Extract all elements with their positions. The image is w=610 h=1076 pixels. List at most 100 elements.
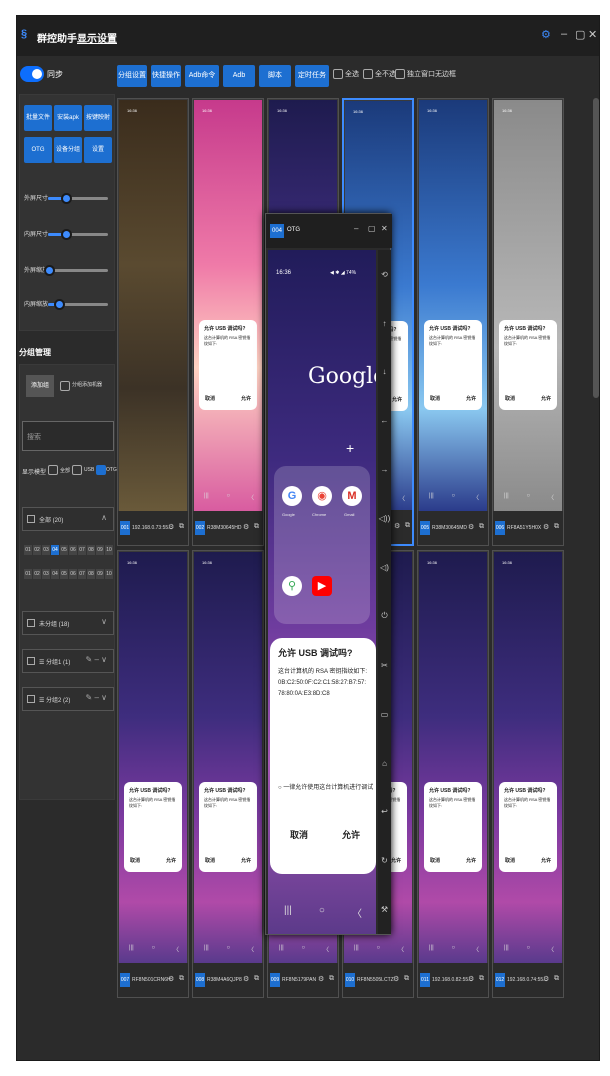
device-card[interactable]: 16:36 允许 USB 调试吗? 这台计算机的 RSA 密钥指纹如下: 取消 允许 ||… (192, 98, 264, 546)
always-allow-option[interactable]: ○ 一律允许使用这台计算机进行调试 (278, 782, 373, 791)
back-button[interactable]: 〈 (473, 945, 479, 954)
gmail-app-icon[interactable]: M (342, 486, 362, 506)
outer-size-slider[interactable]: 外屏尺寸 (24, 191, 112, 205)
device-id-badge[interactable]: 007 (120, 973, 130, 987)
device-number[interactable]: 09 (96, 545, 104, 555)
open-window-icon[interactable]: ⧉ (179, 975, 184, 983)
home-button[interactable]: ○ (152, 945, 156, 954)
slider-knob[interactable] (61, 229, 72, 240)
allow-button[interactable]: 允许 (541, 395, 551, 402)
device-card[interactable]: 16:36 允许 USB 调试吗? 这台计算机的 RSA 密钥指纹如下: 取消 允许 ||… (192, 550, 264, 998)
device-id-badge[interactable]: 005 (420, 521, 430, 535)
install-apk-button[interactable]: 安装apk (54, 105, 82, 131)
chrome-app-icon[interactable]: ◉ (312, 486, 332, 506)
recents-button[interactable]: ||| (129, 945, 134, 954)
device-id-badge[interactable]: 009 (270, 973, 280, 987)
back-button[interactable]: 〈 (323, 945, 329, 954)
device-screen[interactable]: 16:36 允许 USB 调试吗? 这台计算机的 RSA 密钥指纹如下: 取消 允许 ||… (194, 100, 262, 512)
settings-button[interactable]: 设置 (84, 137, 112, 163)
device-number[interactable]: 03 (42, 569, 50, 579)
recents-button[interactable]: ||| (204, 945, 209, 954)
home-button[interactable]: ○ (452, 493, 456, 502)
slider-knob[interactable] (53, 299, 65, 310)
device-screen[interactable]: 16:36 允许 USB 调试吗? 这台计算机的 RSA 密钥指纹如下: 取消 允许 ||… (194, 552, 262, 964)
add-widget-icon[interactable]: + (346, 440, 354, 456)
google-app-icon[interactable]: G (282, 486, 302, 506)
device-id-badge[interactable]: 010 (345, 973, 355, 987)
cancel-button[interactable]: 取消 (505, 396, 515, 402)
otg-button[interactable]: OTG (24, 137, 52, 163)
device-id-badge[interactable]: 012 (495, 973, 505, 987)
home-icon[interactable]: ⌂ (382, 759, 387, 768)
device-screen[interactable]: 16:36 允许 USB 调试吗? 这台计算机的 RSA 密钥指纹如下: 取消 允许 ||… (419, 552, 487, 964)
arrow-right-icon[interactable]: → (381, 465, 389, 474)
edit-icon[interactable]: ✎ – ∨ (86, 693, 107, 702)
back-button[interactable]: 〈 (473, 493, 479, 502)
allow-button[interactable]: 允许 (541, 857, 551, 864)
arrow-left-icon[interactable]: ← (381, 416, 389, 425)
scheduled-task-button[interactable]: 定时任务 (295, 65, 329, 87)
arrow-down-icon[interactable]: ↓ (383, 367, 387, 376)
youtube-app-icon[interactable]: ▶ (312, 576, 332, 596)
slider-track[interactable] (44, 265, 108, 276)
home-button[interactable]: ○ (227, 493, 231, 502)
back-button[interactable]: 〈 (548, 945, 554, 954)
back-button[interactable]: 〈 (398, 945, 404, 954)
device-settings-icon[interactable]: ⚙ (543, 523, 549, 531)
minimize-button[interactable]: – (561, 28, 567, 40)
group-checkbox[interactable] (27, 619, 35, 627)
slider-track[interactable] (48, 193, 108, 204)
filter-otg-radio[interactable] (96, 465, 106, 475)
floating-phone-screen[interactable]: 16:36 ◀ ✱ ◢ 74% Google + G ◉ M Google Ch… (268, 250, 376, 934)
edit-icon[interactable]: ✎ – ∨ (86, 655, 107, 664)
cancel-button[interactable]: 取消 (205, 396, 215, 402)
open-window-icon[interactable]: ⧉ (179, 523, 184, 531)
search-input[interactable]: 搜索 (22, 421, 114, 451)
home-button[interactable]: ○ (527, 945, 531, 954)
device-number[interactable]: 05 (60, 569, 68, 579)
screenshot-icon[interactable]: ✂ (381, 661, 388, 670)
recents-button[interactable]: ||| (429, 493, 434, 502)
group-checkbox[interactable] (27, 695, 35, 703)
slider-track[interactable] (48, 299, 108, 310)
cancel-button[interactable]: 取消 (505, 858, 515, 864)
group-add-checkbox[interactable] (60, 381, 70, 391)
device-settings-icon[interactable]: ⚙ (543, 975, 549, 983)
borderless-checkbox[interactable] (395, 69, 405, 79)
allow-button[interactable]: 允许 (342, 828, 360, 841)
device-number[interactable]: 06 (69, 569, 77, 579)
back-button[interactable]: 〈 (399, 494, 405, 503)
close-button[interactable]: ✕ (588, 28, 597, 41)
device-card[interactable]: 16:36 允许 USB 调试吗? 这台计算机的 RSA 密钥指纹如下: 取消 允许 ||… (492, 550, 564, 998)
device-number[interactable]: 05 (60, 545, 68, 555)
device-id-badge[interactable]: 008 (195, 973, 205, 987)
cancel-button[interactable]: 取消 (290, 830, 308, 840)
device-id-badge[interactable]: 002 (195, 521, 205, 535)
device-id-badge[interactable]: 011 (420, 973, 430, 987)
back-button[interactable]: 〈 (173, 945, 179, 954)
adb-button[interactable]: Adb (223, 65, 255, 87)
sync-toggle[interactable] (20, 66, 44, 82)
cancel-button[interactable]: 取消 (430, 396, 440, 402)
chevron-up-icon[interactable]: ∧ (101, 513, 107, 522)
device-settings-icon[interactable]: ⚙ (318, 975, 324, 983)
minimize-icon[interactable]: – (354, 224, 358, 233)
open-window-icon[interactable]: ⧉ (479, 523, 484, 531)
cancel-button[interactable]: 取消 (430, 858, 440, 864)
open-window-icon[interactable]: ⧉ (554, 975, 559, 983)
floating-device-window[interactable]: 004 OTG – ▢ ✕ 16:36 ◀ ✱ ◢ 74% Google + G… (265, 213, 392, 935)
group-all-row[interactable]: 全部 (20) ∧ (22, 507, 114, 531)
slider-knob[interactable] (61, 193, 72, 204)
floating-title-bar[interactable]: 004 OTG – ▢ ✕ (266, 214, 392, 248)
slider-track[interactable] (48, 229, 108, 240)
add-group-button[interactable]: 添加组 (26, 375, 54, 397)
cancel-button[interactable]: 取消 (130, 858, 140, 864)
select-all-checkbox[interactable] (333, 69, 343, 79)
outer-zoom-slider[interactable]: 外屏缩放 (24, 263, 112, 277)
close-icon[interactable]: ✕ (381, 224, 388, 233)
settings-icon[interactable]: ⚙ (541, 28, 551, 41)
recents-button[interactable]: ||| (279, 945, 284, 954)
device-id-badge[interactable]: 001 (120, 521, 130, 535)
group-checkbox[interactable] (27, 515, 35, 523)
group-checkbox[interactable] (27, 657, 35, 665)
